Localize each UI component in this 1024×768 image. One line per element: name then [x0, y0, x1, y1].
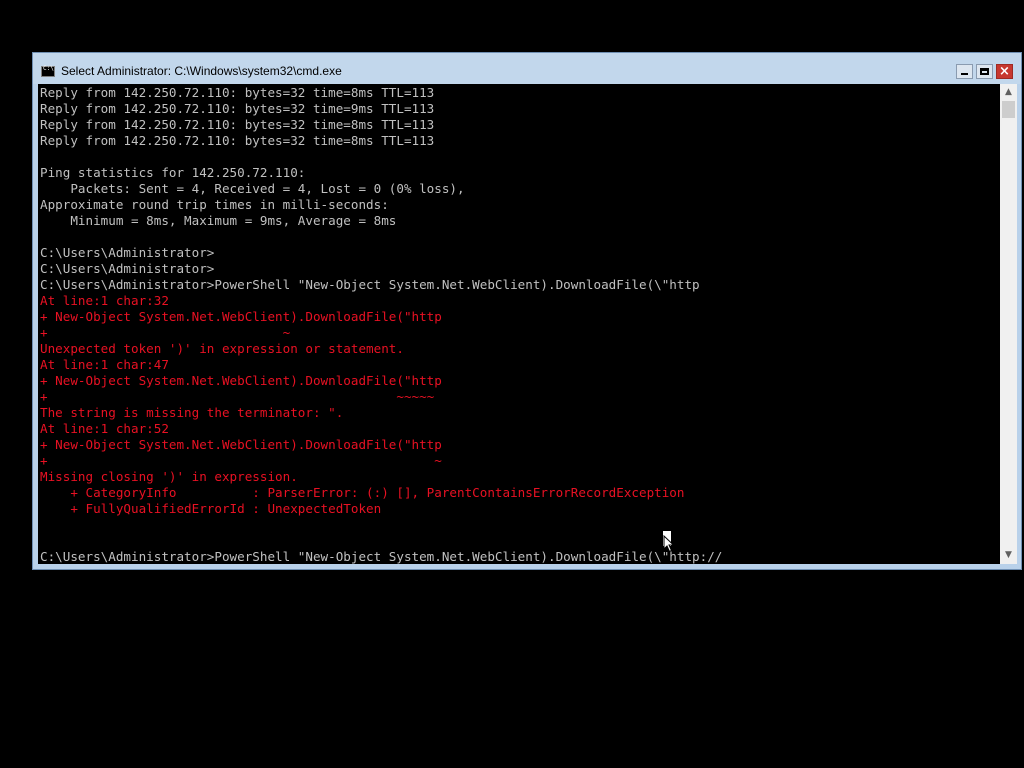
scrollbar-thumb[interactable]: [1002, 101, 1015, 118]
minimize-button[interactable]: [956, 64, 973, 79]
console-line: Missing closing ')' in expression.: [40, 469, 298, 484]
title-bar[interactable]: Select Administrator: C:\Windows\system3…: [33, 53, 1021, 84]
console-line: C:\Users\Administrator>: [40, 261, 215, 276]
console-line: C:\Users\Administrator>PowerShell "New-O…: [40, 549, 723, 564]
console-line: Unexpected token ')' in expression or st…: [40, 341, 404, 356]
cmd-app-icon[interactable]: [41, 65, 55, 77]
console-line: + ~: [40, 325, 291, 340]
console-line: Reply from 142.250.72.110: bytes=32 time…: [40, 133, 435, 148]
window-title: Select Administrator: C:\Windows\system3…: [61, 64, 342, 78]
console-line: At line:1 char:32: [40, 293, 169, 308]
close-button[interactable]: ×: [996, 64, 1013, 79]
vertical-scrollbar[interactable]: ▲ ▼: [1000, 84, 1017, 564]
console-line: C:\Users\Administrator>: [40, 245, 215, 260]
console-line: + ~: [40, 453, 442, 468]
console-line: C:\Users\Administrator>PowerShell "New-O…: [40, 277, 700, 292]
mouse-pointer-icon: [663, 535, 675, 553]
maximize-icon: [980, 68, 989, 75]
close-icon: ×: [999, 64, 1010, 79]
console-line: Approximate round trip times in milli-se…: [40, 197, 389, 212]
console-line: + New-Object System.Net.WebClient).Downl…: [40, 309, 442, 324]
console-line: Ping statistics for 142.250.72.110:: [40, 165, 306, 180]
console-line: + CategoryInfo : ParserError: (:) [], Pa…: [40, 485, 685, 500]
console-line: The string is missing the terminator: ".: [40, 405, 344, 420]
console-line: Packets: Sent = 4, Received = 4, Lost = …: [40, 181, 465, 196]
console-line: + New-Object System.Net.WebClient).Downl…: [40, 437, 442, 452]
console-line: + New-Object System.Net.WebClient).Downl…: [40, 373, 442, 388]
console-line: Minimum = 8ms, Maximum = 9ms, Average = …: [40, 213, 397, 228]
console-line: Reply from 142.250.72.110: bytes=32 time…: [40, 101, 435, 116]
cmd-window: Select Administrator: C:\Windows\system3…: [32, 52, 1022, 570]
console-line: + ~~~~~: [40, 389, 435, 404]
console-line: Reply from 142.250.72.110: bytes=32 time…: [40, 85, 435, 100]
console-output[interactable]: Reply from 142.250.72.110: bytes=32 time…: [38, 84, 1000, 564]
scroll-down-arrow-icon[interactable]: ▼: [1000, 547, 1017, 564]
maximize-button[interactable]: [976, 64, 993, 79]
minimize-icon: [961, 73, 968, 75]
console-line: + FullyQualifiedErrorId : UnexpectedToke…: [40, 501, 382, 516]
console-line: Reply from 142.250.72.110: bytes=32 time…: [40, 117, 435, 132]
scroll-up-arrow-icon[interactable]: ▲: [1000, 84, 1017, 101]
console-line: At line:1 char:47: [40, 357, 169, 372]
console-line: At line:1 char:52: [40, 421, 169, 436]
